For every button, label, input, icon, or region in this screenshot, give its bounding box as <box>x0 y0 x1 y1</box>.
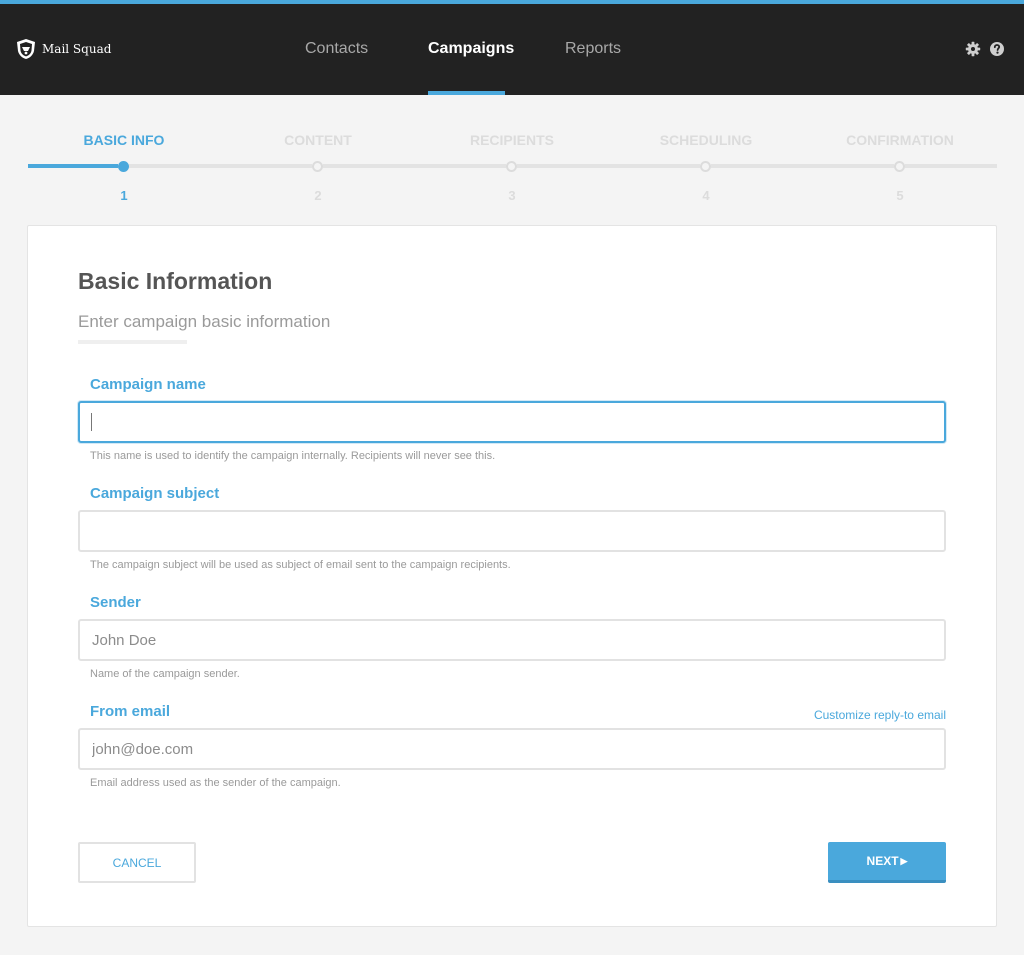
step-number: 3 <box>508 188 516 203</box>
nav-reports[interactable]: Reports <box>565 40 621 58</box>
progress-track <box>711 164 894 168</box>
progress-track <box>129 164 312 168</box>
step-label-content[interactable]: CONTENT <box>221 132 415 148</box>
customize-reply-to-link[interactable]: Customize reply-to email <box>814 708 946 722</box>
step-dot-active <box>118 161 129 172</box>
cancel-button[interactable]: CANCEL <box>78 842 196 883</box>
next-button-label: NEXT <box>866 854 899 868</box>
shield-logo-icon <box>17 39 35 59</box>
nav-contacts[interactable]: Contacts <box>305 40 368 58</box>
from-email-help: Email address used as the sender of the … <box>90 777 341 789</box>
progress-track <box>905 164 997 168</box>
top-navbar: Mail Squad Contacts Campaigns Reports <box>0 4 1024 95</box>
basic-info-card: Basic Information Enter campaign basic i… <box>27 225 997 927</box>
step-label-confirmation[interactable]: CONFIRMATION <box>803 132 997 148</box>
wizard-steps: BASIC INFO 1 CONTENT 2 RECIPIENTS 3 SCHE… <box>0 95 1024 225</box>
sender-help: Name of the campaign sender. <box>90 668 240 680</box>
progress-track-completed <box>28 164 118 168</box>
step-number: 4 <box>702 188 710 203</box>
step-number: 2 <box>314 188 322 203</box>
campaign-subject-input[interactable] <box>78 510 946 552</box>
title-divider <box>78 340 187 344</box>
page-title: Basic Information <box>78 268 273 294</box>
step-label-scheduling[interactable]: SCHEDULING <box>609 132 803 148</box>
step-dot <box>700 161 711 172</box>
campaign-name-label: Campaign name <box>90 376 206 393</box>
step-label-basic-info[interactable]: BASIC INFO <box>27 132 221 148</box>
from-email-label: From email <box>90 703 171 720</box>
campaign-subject-help: The campaign subject will be used as sub… <box>90 559 511 571</box>
brand-name: Mail Squad <box>42 42 112 56</box>
campaign-subject-label: Campaign subject <box>90 485 220 502</box>
step-dot <box>894 161 905 172</box>
step-number: 1 <box>120 188 128 203</box>
step-dot <box>506 161 517 172</box>
progress-track <box>323 164 506 168</box>
step-label-recipients[interactable]: RECIPIENTS <box>415 132 609 148</box>
sender-input[interactable] <box>78 619 946 661</box>
campaign-name-help: This name is used to identify the campai… <box>90 450 496 462</box>
progress-track <box>517 164 700 168</box>
page-subtitle: Enter campaign basic information <box>78 312 331 331</box>
help-icon[interactable] <box>989 41 1005 57</box>
next-button[interactable]: NEXT ▶ <box>828 842 946 883</box>
brand-logo[interactable]: Mail Squad <box>15 38 111 60</box>
step-number: 5 <box>896 188 904 203</box>
text-cursor <box>91 413 92 431</box>
gear-icon[interactable] <box>965 41 981 57</box>
from-email-input[interactable] <box>78 728 946 770</box>
sender-label: Sender <box>90 594 141 611</box>
caret-right-icon: ▶ <box>900 855 908 866</box>
nav-campaigns[interactable]: Campaigns <box>428 40 514 58</box>
campaign-name-input[interactable] <box>78 401 946 443</box>
step-dot <box>312 161 323 172</box>
